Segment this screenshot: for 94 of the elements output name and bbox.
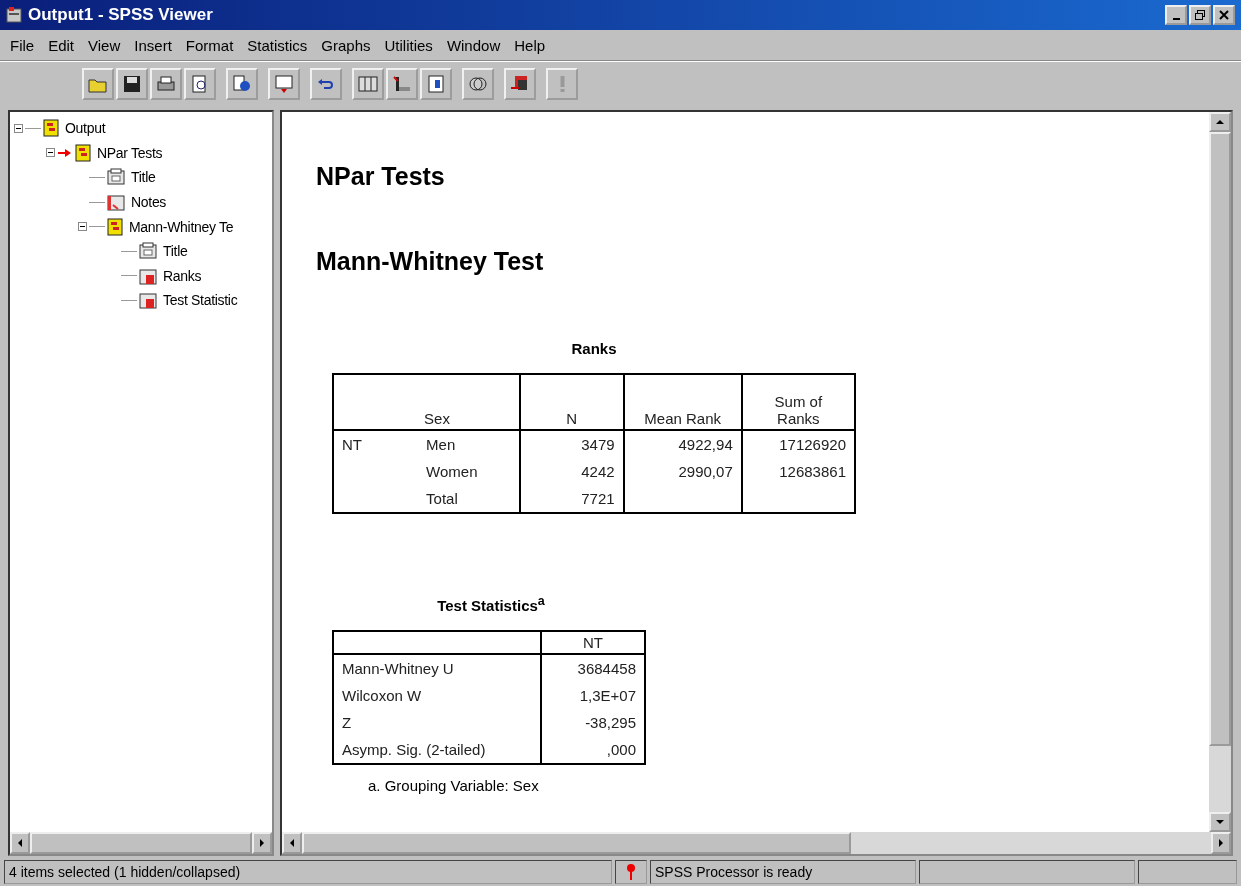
close-icon	[1219, 10, 1229, 20]
ruler-icon	[391, 74, 413, 94]
table-cell: 1,3E+07	[579, 687, 636, 704]
toolbar-button[interactable]	[150, 68, 182, 100]
minimize-button[interactable]	[1165, 5, 1187, 25]
outline-item[interactable]: Notes	[131, 194, 167, 211]
page-icon	[139, 242, 157, 261]
column-header: Mean Rank	[644, 410, 721, 427]
printer-icon	[155, 74, 177, 94]
column-header: NT	[583, 634, 603, 651]
monitor-arrow-icon	[273, 74, 295, 94]
menu-item[interactable]: Format	[185, 36, 234, 54]
status-text: SPSS Processor is ready	[650, 860, 916, 884]
menu-item[interactable]: Window	[446, 36, 501, 54]
book-icon	[43, 119, 59, 138]
table-cell: 17126920	[779, 436, 846, 453]
table-cell: Mann-Whitney U	[342, 660, 454, 677]
notes-icon	[107, 193, 125, 212]
table-cell: 3479	[581, 436, 615, 453]
pin-icon	[626, 863, 636, 881]
toolbar-button[interactable]	[310, 68, 342, 100]
table-cell: 12683861	[779, 463, 846, 480]
columns-icon	[357, 74, 379, 94]
app-icon	[6, 7, 22, 23]
collapse-toggle[interactable]	[46, 148, 55, 158]
toolbar-button[interactable]	[504, 68, 536, 100]
down-arrow-icon	[1216, 819, 1224, 825]
menu-item[interactable]: Help	[514, 36, 546, 54]
page-icon	[107, 168, 125, 187]
menu-item[interactable]: Statistics	[247, 36, 308, 54]
table-cell: Wilcoxon W	[342, 687, 422, 704]
horizontal-scrollbar[interactable]	[282, 832, 1231, 854]
toolbar-button[interactable]	[462, 68, 494, 100]
outline-item[interactable]: Title	[131, 169, 156, 186]
menu-item[interactable]: View	[88, 36, 121, 54]
minimize-icon	[1172, 18, 1180, 20]
outline-item[interactable]: Ranks	[163, 267, 202, 284]
menu-item[interactable]: Utilities	[384, 36, 433, 54]
restore-icon	[1195, 10, 1205, 20]
table-cell: Men	[426, 436, 456, 453]
circles-icon	[467, 74, 489, 94]
table-cell: 2990,07	[678, 463, 733, 480]
window-title: Output1 - SPSS Viewer	[28, 5, 214, 25]
outline-item[interactable]: Test Statistic	[163, 292, 238, 309]
left-arrow-icon	[17, 839, 23, 847]
horizontal-scrollbar[interactable]	[10, 832, 272, 854]
section-heading: Mann-Whitney Test	[316, 247, 545, 276]
table-title: Test Statistics$^{a}$	[437, 594, 545, 614]
column-header: Sum of Ranks	[773, 393, 824, 427]
book-icon	[75, 143, 91, 162]
toolbar-button[interactable]	[116, 68, 148, 100]
outline-item[interactable]: Output	[65, 120, 106, 137]
table-cell: NT	[342, 436, 362, 453]
table-cell: -38,295	[585, 714, 636, 731]
menu-item[interactable]: Edit	[48, 36, 75, 54]
toolbar-button[interactable]	[420, 68, 452, 100]
outline-item[interactable]: Title	[163, 243, 188, 260]
table-cell: 4242	[581, 463, 615, 480]
table-cell: ,000	[606, 741, 636, 758]
right-arrow-icon	[259, 839, 265, 847]
table-icon	[139, 291, 157, 310]
table-title: Ranks	[571, 340, 617, 357]
table-cell: Asymp. Sig. (2-tailed)	[342, 741, 486, 758]
table-cell: Z	[342, 714, 352, 731]
vertical-scrollbar[interactable]	[1209, 112, 1231, 832]
table-cell: 3684458	[577, 660, 636, 677]
footnote: a. Grouping Variable: Sex	[368, 777, 539, 794]
exclamation-icon	[559, 76, 565, 92]
table-cell: 7721	[581, 490, 615, 507]
page-globe-icon	[231, 74, 253, 94]
outline-item[interactable]: Mann-Whitney Te	[129, 218, 234, 235]
section-heading: NPar Tests	[316, 162, 446, 191]
status-text: 4 items selected (1 hidden/collapsed)	[4, 860, 612, 884]
table-cell: 4922,94	[678, 436, 733, 453]
menu-item[interactable]: Graphs	[321, 36, 371, 54]
right-arrow-icon	[1218, 839, 1224, 847]
menu-item[interactable]: Insert	[134, 36, 172, 54]
menu-item[interactable]: File	[10, 36, 35, 54]
collapse-toggle[interactable]	[14, 123, 23, 133]
column-header: Sex	[418, 374, 520, 430]
collapse-toggle[interactable]	[78, 222, 87, 232]
column-header: N	[566, 410, 578, 427]
left-arrow-icon	[289, 839, 295, 847]
maximize-button[interactable]	[1189, 5, 1211, 25]
page-marker-icon	[425, 74, 447, 94]
table-cell: Women	[426, 463, 478, 480]
toolbar-button[interactable]	[226, 68, 258, 100]
table-cell: Total	[426, 490, 458, 507]
table-icon	[139, 266, 157, 285]
toolbar-button[interactable]	[386, 68, 418, 100]
book-icon	[107, 217, 123, 236]
close-button[interactable]	[1213, 5, 1235, 25]
up-arrow-icon	[1216, 119, 1224, 125]
outline-item[interactable]: NPar Tests	[97, 144, 163, 161]
